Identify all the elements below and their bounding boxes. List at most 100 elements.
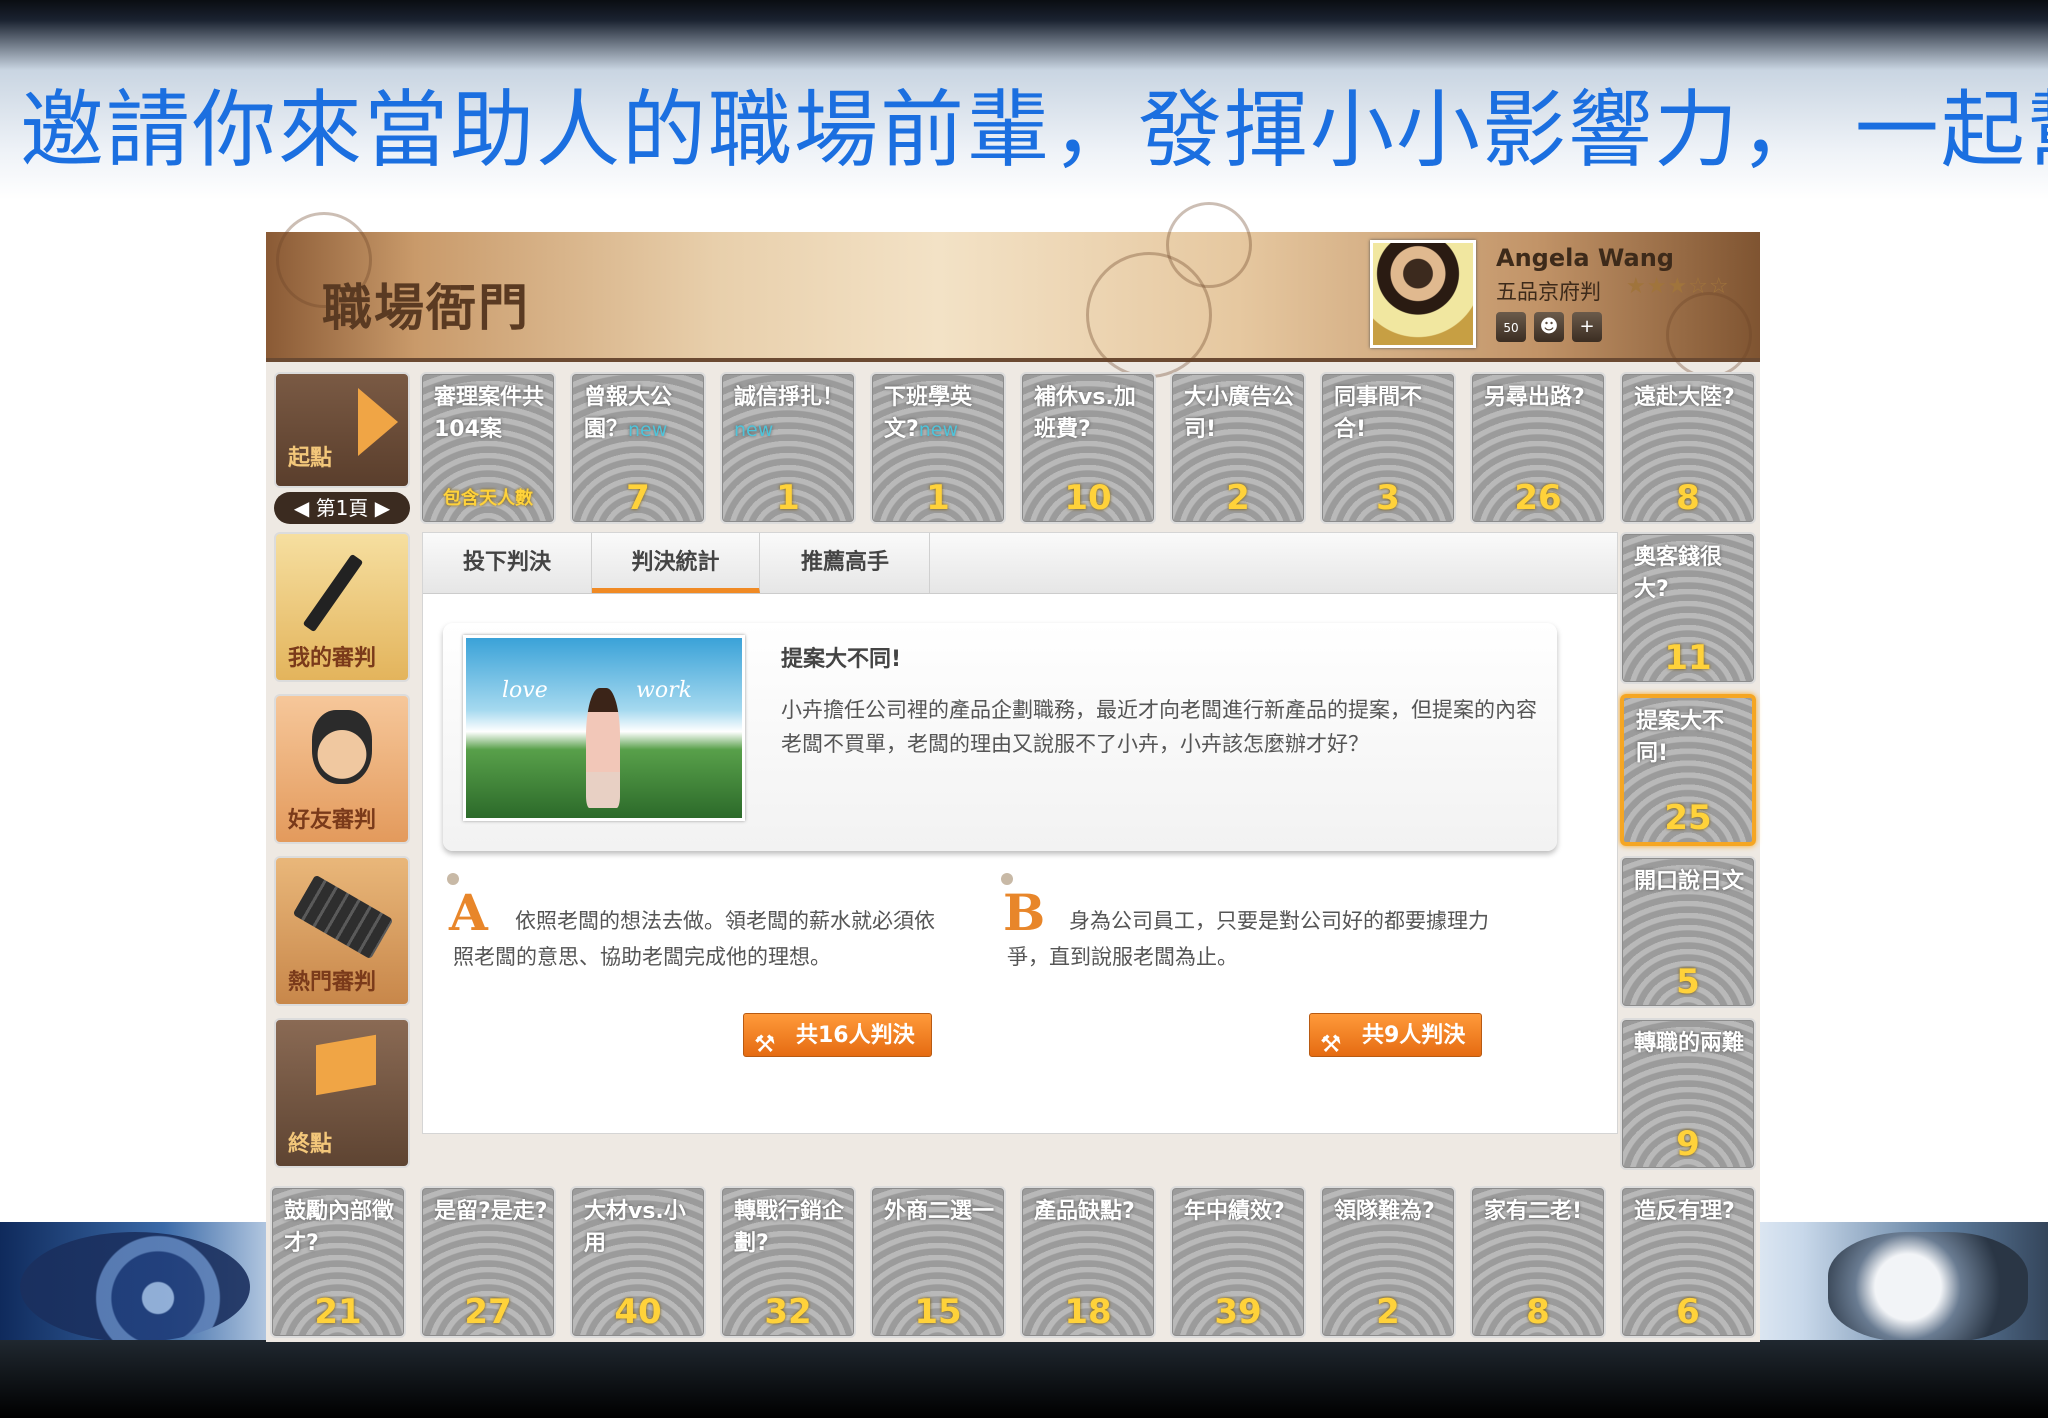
case-card: love work 提案大不同! 小卉擔任公司裡的產品企劃職務，最近才向老闆進行… xyxy=(443,623,1557,851)
tile-title: 轉戰行銷企劃? xyxy=(734,1199,845,1256)
cloud-ornament xyxy=(1666,292,1752,378)
tile-count: 9 xyxy=(1676,1124,1700,1164)
tile-count: 10 xyxy=(1064,478,1112,518)
end-tile[interactable]: 終點 xyxy=(274,1018,410,1168)
cloud-ornament xyxy=(1166,202,1252,288)
tile-title: 造反有理? xyxy=(1634,1199,1735,1224)
case-tile[interactable]: 遠赴大陸? 8 xyxy=(1620,372,1756,524)
start-tile[interactable]: 起點 xyxy=(274,372,410,488)
app-window: 職場衙門 Angela Wang 五品京府判 ★★★☆☆ 50 ☻ + 起點 ◀… xyxy=(266,202,1760,1342)
tab-verdict-stats[interactable]: 判決統計 xyxy=(592,533,760,593)
case-tile[interactable]: 外商二選一 15 xyxy=(870,1186,1006,1338)
friend-avatar-icon xyxy=(312,710,372,784)
new-badge: new xyxy=(734,419,774,441)
option-b-vote-button[interactable]: ⚒ 共9人判決 xyxy=(1309,1013,1483,1058)
tile-title: 產品缺點? xyxy=(1034,1199,1135,1224)
tile-count: 1 xyxy=(926,478,950,518)
side-menu-label: 我的審判 xyxy=(288,646,377,671)
case-detail-panel: 投下判決 判決統計 推薦高手 love work 提案大不同! 小卉擔任公司裡的… xyxy=(422,532,1618,1134)
tile-count: 8 xyxy=(1526,1292,1550,1332)
case-tile[interactable]: 大小廣告公司! 2 xyxy=(1170,372,1306,524)
compass-decoration xyxy=(20,1232,250,1342)
tab-recommended-experts[interactable]: 推薦高手 xyxy=(761,533,930,593)
start-label: 起點 xyxy=(288,446,333,471)
case-description: 小卉擔任公司裡的產品企劃職務，最近才向老闆進行新產品的提案，但提案的內容老闆不買… xyxy=(781,698,1537,756)
case-tile[interactable]: 年中績效? 39 xyxy=(1170,1186,1306,1338)
case-tile[interactable]: 轉職的兩難 9 xyxy=(1620,1018,1756,1170)
user-avatar[interactable] xyxy=(1370,240,1476,348)
user-name[interactable]: Angela Wang xyxy=(1496,244,1674,272)
new-badge: new xyxy=(628,419,668,441)
tile-title: 另尋出路? xyxy=(1484,385,1585,410)
vote-button-label: 共16人判決 xyxy=(796,1023,915,1048)
badge-icon[interactable]: 50 xyxy=(1496,312,1526,342)
case-tile[interactable]: 鼓勵內部徵才? 21 xyxy=(270,1186,406,1338)
tile-count: 7 xyxy=(626,478,650,518)
tile-count: 15 xyxy=(914,1292,962,1332)
case-tile[interactable]: 大材vs.小用 40 xyxy=(570,1186,706,1338)
case-tile[interactable]: 領隊難為? 2 xyxy=(1320,1186,1456,1338)
case-tile[interactable]: 曾報大公園？new 7 xyxy=(570,372,706,524)
diver-decoration xyxy=(1828,1232,2028,1342)
tile-count: 11 xyxy=(1664,638,1712,678)
tile-title: 審理案件共104案 xyxy=(434,385,545,442)
tile-count: 21 xyxy=(314,1292,362,1332)
case-tile[interactable]: 家有二老! 8 xyxy=(1470,1186,1606,1338)
case-tile[interactable]: 轉戰行銷企劃? 32 xyxy=(720,1186,856,1338)
case-tile[interactable]: 補休vs.加班費? 10 xyxy=(1020,372,1156,524)
gavel-icon: ⚒ xyxy=(1320,1030,1342,1058)
tile-title: 大小廣告公司! xyxy=(1184,385,1295,442)
tile-subtitle: 包含天人數 xyxy=(443,488,533,509)
side-menu-label: 終點 xyxy=(288,1132,333,1157)
tile-count: 27 xyxy=(464,1292,512,1332)
case-tile[interactable]: 下班學英文?new 1 xyxy=(870,372,1006,524)
case-tile[interactable]: 奧客錢很大? 11 xyxy=(1620,532,1756,684)
tab-cast-verdict[interactable]: 投下判決 xyxy=(423,533,592,593)
case-tile[interactable]: 開口說日文 5 xyxy=(1620,856,1756,1008)
bamboo-icon xyxy=(292,874,394,960)
case-tile[interactable]: 是留?是走? 27 xyxy=(420,1186,556,1338)
case-tile[interactable]: 另尋出路? 26 xyxy=(1470,372,1606,524)
tile-title: 同事間不合! xyxy=(1334,385,1423,442)
user-rank: 五品京府判 xyxy=(1496,280,1601,304)
tile-count: 5 xyxy=(1676,962,1700,1002)
option-a-vote-button[interactable]: ⚒ 共16人判決 xyxy=(743,1013,932,1058)
tile-title: 鼓勵內部徵才? xyxy=(284,1199,395,1256)
app-banner: 職場衙門 Angela Wang 五品京府判 ★★★☆☆ 50 ☻ + xyxy=(266,202,1760,378)
side-menu-label: 好友審判 xyxy=(288,808,377,833)
option-b-text: 身為公司員工，只要是對公司好的都要據理力爭，直到說服老闆為止。 xyxy=(1007,909,1489,969)
tile-title: 年中績效? xyxy=(1184,1199,1285,1224)
gavel-icon: ⚒ xyxy=(754,1030,776,1058)
case-tile[interactable]: 誠信掙扎！ new 1 xyxy=(720,372,856,524)
friends-icon[interactable]: ☻ xyxy=(1534,312,1564,342)
brush-icon xyxy=(302,553,364,633)
add-icon[interactable]: + xyxy=(1572,312,1602,342)
case-total-tile[interactable]: 審理案件共104案 包含天人數 xyxy=(420,372,556,524)
tile-title: 提案大不同! xyxy=(1636,709,1725,766)
tile-count: 18 xyxy=(1064,1292,1112,1332)
tile-count: 3 xyxy=(1376,478,1400,518)
photo-word: work xyxy=(636,678,692,703)
tile-title: 領隊難為? xyxy=(1334,1199,1435,1224)
tile-title: 奧客錢很大? xyxy=(1634,545,1723,602)
case-tile-selected[interactable]: 提案大不同! 25 xyxy=(1620,694,1756,846)
page-pager[interactable]: ◀ 第1頁 ▶ xyxy=(274,492,410,524)
case-photo: love work xyxy=(463,635,745,821)
friend-judgments-button[interactable]: 好友審判 xyxy=(274,694,410,844)
side-menu-label: 熱門審判 xyxy=(288,970,377,995)
case-tile[interactable]: 造反有理? 6 xyxy=(1620,1186,1756,1338)
flag-icon xyxy=(316,1034,376,1096)
tile-count: 32 xyxy=(764,1292,812,1332)
hot-judgments-button[interactable]: 熱門審判 xyxy=(274,856,410,1006)
slide-title: 邀請你來當助人的職場前輩，發揮小小影響力， 一起幫 xyxy=(20,81,2048,179)
tile-title: 開口說日文 xyxy=(1634,869,1745,894)
tile-title: 家有二老! xyxy=(1484,1199,1583,1224)
case-tile[interactable]: 產品缺點? 18 xyxy=(1020,1186,1156,1338)
case-tile[interactable]: 同事間不合! 3 xyxy=(1320,372,1456,524)
option-a-text: 依照老闆的想法去做。領老闆的薪水就必須依照老闆的意思、協助老闆完成他的理想。 xyxy=(453,909,935,969)
my-judgments-button[interactable]: 我的審判 xyxy=(274,532,410,682)
photo-word: love xyxy=(502,678,548,703)
tab-bar: 投下判決 判決統計 推薦高手 xyxy=(423,533,1617,594)
tile-count: 1 xyxy=(776,478,800,518)
user-rating-stars: ★★★☆☆ xyxy=(1626,274,1730,299)
